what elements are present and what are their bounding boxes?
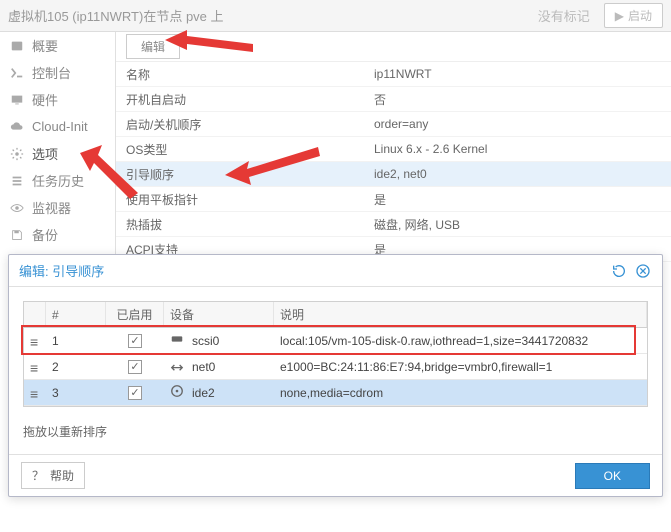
- sidebar-item-hardware[interactable]: 硬件: [0, 86, 115, 113]
- ok-button[interactable]: OK: [575, 463, 650, 489]
- summary-icon: [10, 39, 24, 53]
- reset-button[interactable]: [610, 262, 628, 280]
- no-tags-label: 没有标记: [530, 4, 598, 27]
- col-desc[interactable]: 说明: [274, 302, 647, 327]
- cloud-icon: [10, 120, 24, 134]
- sidebar: 概要 控制台 硬件 Cloud-Init 选项 任务历史 监视器 备份: [0, 32, 116, 254]
- col-device[interactable]: 设备: [164, 302, 274, 327]
- vm-title: 虚拟机105 (ip11NWRT)在节点 pve 上: [8, 6, 530, 25]
- option-row-ostype[interactable]: OS类型Linux 6.x - 2.6 Kernel: [116, 137, 671, 162]
- sidebar-item-taskhistory[interactable]: 任务历史: [0, 167, 115, 194]
- help-button[interactable]: ？帮助: [21, 462, 85, 489]
- edit-button[interactable]: 编辑: [126, 34, 180, 59]
- window-header: 虚拟机105 (ip11NWRT)在节点 pve 上 没有标记 ▶ 启动: [0, 0, 671, 32]
- option-row-tablet[interactable]: 使用平板指针是: [116, 187, 671, 212]
- boot-row[interactable]: 3 ide2 none,media=cdrom: [24, 380, 647, 406]
- sidebar-item-summary[interactable]: 概要: [0, 32, 115, 59]
- drag-handle-icon[interactable]: [30, 336, 40, 346]
- option-row-bootorder[interactable]: 引导顺序ide2, net0: [116, 162, 671, 187]
- reorder-hint: 拖放以重新排序: [9, 415, 662, 454]
- boot-row[interactable]: 2 net0 e1000=BC:24:11:86:E7:94,bridge=vm…: [24, 354, 647, 380]
- sidebar-item-backup[interactable]: 备份: [0, 221, 115, 248]
- enabled-checkbox[interactable]: [128, 334, 142, 348]
- save-icon: [10, 228, 24, 242]
- gear-icon: [10, 147, 24, 161]
- dialog-header[interactable]: 编辑: 引导顺序: [9, 255, 662, 287]
- close-button[interactable]: [634, 262, 652, 280]
- sidebar-item-options[interactable]: 选项: [0, 140, 115, 167]
- boot-order-dialog: 编辑: 引导顺序 # 已启用 设备 说明 1 scsi0 local:105/v…: [8, 254, 663, 497]
- options-toolbar: 编辑: [116, 32, 671, 62]
- drag-handle-icon[interactable]: [30, 388, 40, 398]
- col-enabled[interactable]: 已启用: [106, 302, 164, 327]
- option-row-hotplug[interactable]: 热插拔磁盘, 网络, USB: [116, 212, 671, 237]
- sidebar-item-cloudinit[interactable]: Cloud-Init: [0, 113, 115, 140]
- main-panel: 编辑 名称ip11NWRT 开机自启动否 启动/关机顺序order=any OS…: [116, 32, 671, 254]
- sidebar-item-console[interactable]: 控制台: [0, 59, 115, 86]
- eye-icon: [10, 201, 24, 215]
- terminal-icon: [10, 66, 24, 80]
- col-num[interactable]: #: [46, 302, 106, 327]
- question-icon: ？: [32, 467, 44, 484]
- grid-header: # 已启用 设备 说明: [24, 302, 647, 328]
- enabled-checkbox[interactable]: [128, 360, 142, 374]
- dialog-title: 编辑: 引导顺序: [19, 261, 604, 280]
- cdrom-icon: [170, 384, 184, 401]
- boot-order-grid: # 已启用 设备 说明 1 scsi0 local:105/vm-105-dis…: [23, 301, 648, 407]
- sidebar-item-monitor[interactable]: 监视器: [0, 194, 115, 221]
- options-grid: 名称ip11NWRT 开机自启动否 启动/关机顺序order=any OS类型L…: [116, 62, 671, 262]
- drag-handle-icon[interactable]: [30, 362, 40, 372]
- dialog-footer: ？帮助 OK: [9, 454, 662, 496]
- option-row-name[interactable]: 名称ip11NWRT: [116, 62, 671, 87]
- enabled-checkbox[interactable]: [128, 386, 142, 400]
- option-row-autostart[interactable]: 开机自启动否: [116, 87, 671, 112]
- option-row-startorder[interactable]: 启动/关机顺序order=any: [116, 112, 671, 137]
- network-icon: [170, 358, 184, 375]
- list-icon: [10, 174, 24, 188]
- monitor-icon: [10, 93, 24, 107]
- play-icon: ▶: [615, 9, 624, 23]
- disk-icon: [170, 332, 184, 349]
- boot-row[interactable]: 1 scsi0 local:105/vm-105-disk-0.raw,ioth…: [24, 328, 647, 354]
- start-button[interactable]: ▶ 启动: [604, 3, 663, 28]
